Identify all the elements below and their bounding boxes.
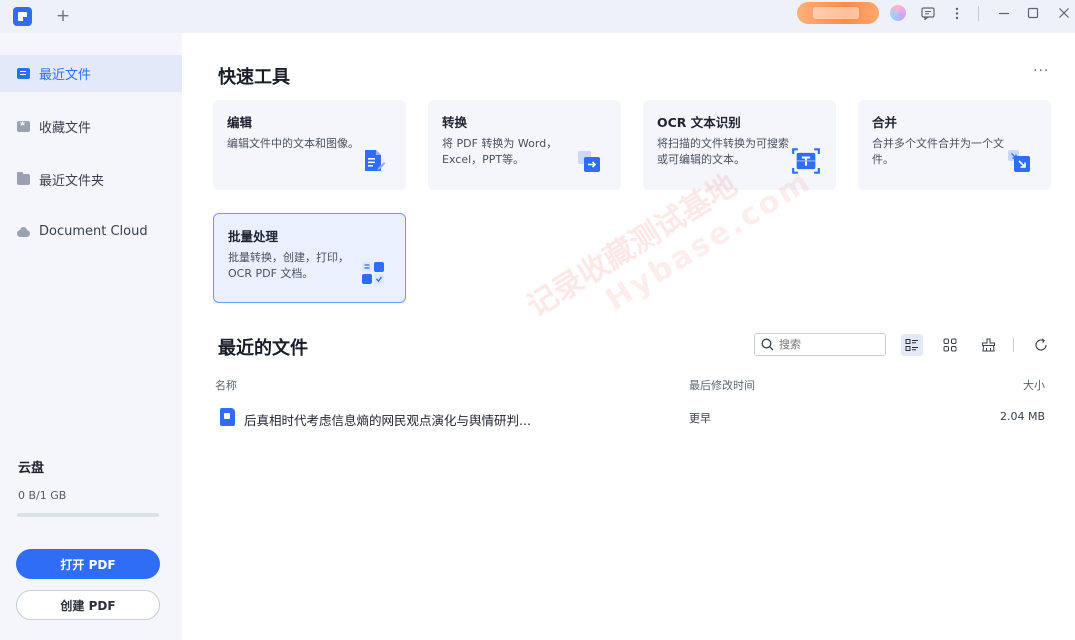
search-icon: [761, 338, 774, 351]
pdf-file-icon: [220, 408, 235, 426]
ocr-icon: [792, 148, 820, 174]
cloud-storage-progress: [17, 513, 159, 517]
list-view-icon: [905, 339, 918, 351]
column-header-size[interactable]: 大小: [1023, 377, 1045, 393]
toolbar-divider: [1013, 338, 1014, 352]
card-description: 批量转换，创建，打印，OCR PDF 文档。: [228, 251, 349, 280]
app-logo-icon[interactable]: [13, 7, 32, 26]
grid-view-icon: [943, 338, 957, 352]
card-title: 转换: [442, 115, 468, 130]
avatar-icon[interactable]: [890, 5, 906, 21]
sidebar-item-recent-folders[interactable]: 最近文件夹: [0, 161, 182, 198]
quick-tools-title: 快速工具: [218, 67, 290, 88]
convert-icon: [578, 151, 600, 172]
close-icon[interactable]: [1055, 4, 1073, 22]
star-icon: [17, 119, 30, 132]
batch-icon: [362, 262, 384, 284]
user-account-pill[interactable]: [797, 2, 879, 24]
refresh-button[interactable]: [1030, 334, 1052, 356]
cloud-storage-usage: 0 B/1 GB: [18, 489, 67, 502]
cloud-icon: [17, 226, 30, 237]
main-content: 快速工具 ··· 编辑 编辑文件中的文本和图像。 转换 将 PDF 转换为 Wo…: [182, 33, 1075, 640]
open-pdf-button[interactable]: 打开 PDF: [16, 549, 160, 579]
card-title: 合并: [872, 115, 898, 130]
tool-card-ocr[interactable]: OCR 文本识别 将扫描的文件转换为可搜索或可编辑的文本。: [643, 100, 836, 190]
card-title: OCR 文本识别: [657, 115, 741, 130]
sidebar-item-document-cloud[interactable]: Document Cloud: [0, 213, 182, 250]
more-options-button[interactable]: ···: [1033, 63, 1049, 79]
list-view-button[interactable]: [901, 334, 923, 356]
sidebar-item-label: 最近文件: [39, 68, 92, 83]
sidebar-item-label: Document Cloud: [39, 224, 148, 239]
minimize-icon[interactable]: [995, 4, 1013, 22]
tool-card-convert[interactable]: 转换 将 PDF 转换为 Word，Excel，PPT等。: [428, 100, 621, 190]
card-description: 将扫描的文件转换为可搜索或可编辑的文本。: [657, 137, 789, 166]
edit-doc-icon: [365, 150, 386, 171]
broom-icon: [981, 338, 995, 352]
search-input[interactable]: [779, 338, 879, 351]
file-name: 后真相时代考虑信息熵的网民观点演化与舆情研判...: [244, 413, 531, 428]
tool-card-batch[interactable]: 批量处理 批量转换，创建，打印，OCR PDF 文档。: [213, 213, 406, 303]
column-header-modified[interactable]: 最后修改时间: [689, 377, 755, 393]
card-description: 合并多个文件合并为一个文件。: [872, 137, 1004, 166]
new-tab-button[interactable]: +: [54, 6, 72, 26]
recent-files-title: 最近的文件: [218, 338, 308, 359]
create-pdf-button[interactable]: 创建 PDF: [16, 590, 160, 620]
tool-card-edit[interactable]: 编辑 编辑文件中的文本和图像。: [213, 100, 406, 190]
sidebar-item-favorites[interactable]: 收藏文件: [0, 108, 182, 145]
search-box[interactable]: [754, 333, 886, 356]
file-size: 2.04 MB: [999, 410, 1045, 423]
grid-view-button[interactable]: [939, 334, 961, 356]
recent-file-icon: [17, 68, 30, 79]
tool-card-merge[interactable]: 合并 合并多个文件合并为一个文件。: [858, 100, 1051, 190]
title-bar: +: [0, 0, 1075, 33]
file-row[interactable]: 后真相时代考虑信息熵的网民观点演化与舆情研判... 更早 2.04 MB: [212, 403, 1052, 433]
card-description: 将 PDF 转换为 Word，Excel，PPT等。: [442, 137, 558, 166]
refresh-icon: [1035, 338, 1047, 351]
maximize-icon[interactable]: [1024, 4, 1042, 22]
card-title: 编辑: [227, 115, 253, 130]
sidebar: 最近文件 收藏文件 最近文件夹 Document Cloud 云盘 0 B/1 …: [0, 33, 182, 640]
sidebar-item-label: 收藏文件: [39, 121, 92, 136]
clear-list-button[interactable]: [977, 334, 999, 356]
column-header-name[interactable]: 名称: [215, 377, 237, 393]
merge-icon: [1008, 150, 1030, 172]
file-modified: 更早: [689, 412, 711, 425]
card-title: 批量处理: [228, 229, 279, 244]
card-description: 编辑文件中的文本和图像。: [227, 137, 359, 150]
sidebar-item-label: 最近文件夹: [39, 174, 105, 189]
cloud-storage-title: 云盘: [18, 461, 45, 476]
message-icon[interactable]: [919, 4, 937, 22]
sidebar-item-recent-files[interactable]: 最近文件: [0, 55, 182, 92]
folder-icon: [17, 172, 30, 185]
more-vertical-icon[interactable]: [948, 4, 966, 22]
titlebar-divider: [978, 6, 979, 21]
